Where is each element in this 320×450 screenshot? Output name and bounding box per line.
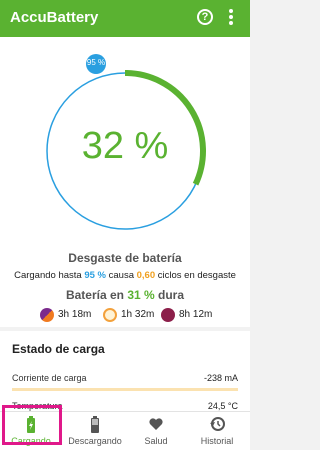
duration-level: 31 % <box>127 288 155 302</box>
sun-icon <box>103 308 117 322</box>
nav-label-history: Historial <box>200 436 234 446</box>
sleep-value: 8h 12m <box>179 309 213 320</box>
charge-percent: 32 % <box>81 125 169 167</box>
nav-tab-history[interactable]: Historial <box>184 412 250 450</box>
active-tab-highlight <box>2 405 62 445</box>
charge-current-value: -238 mA <box>203 373 238 383</box>
battery-icon <box>91 416 99 433</box>
history-icon <box>210 417 225 431</box>
wear-middle: causa <box>105 270 137 281</box>
charge-current-label: Corriente de carga <box>12 373 87 383</box>
screen-on-value: 3h 18m <box>58 309 92 320</box>
nav-tab-health[interactable]: Salud <box>128 412 184 450</box>
charge-state-title: Estado de carga <box>12 342 105 356</box>
nav-label-health: Salud <box>144 436 168 446</box>
wear-cycles: 0,60 <box>136 270 156 281</box>
sleep-icon <box>161 308 175 322</box>
nav-label-discharging: Descargando <box>68 436 122 446</box>
app-title: AccuBattery <box>10 9 99 26</box>
charge-state-card: Estado de carga Corriente de carga -238 … <box>0 331 250 411</box>
wear-target: 95 % <box>84 270 106 281</box>
charge-current-bar <box>12 388 238 391</box>
nav-tab-discharging[interactable]: Descargando <box>62 412 128 450</box>
charge-current-row: Corriente de carga -238 mA <box>12 373 238 383</box>
duration-prefix: Batería en <box>65 288 128 302</box>
heart-icon <box>149 418 163 430</box>
wear-prefix: Cargando hasta <box>14 270 85 281</box>
help-icon[interactable]: ? <box>197 9 213 25</box>
sun-value: 1h 32m <box>121 309 155 320</box>
app-bar: AccuBattery ? <box>0 0 250 37</box>
screen-on-icon <box>40 308 54 322</box>
wear-suffix: ciclos en desgaste <box>155 270 236 281</box>
duration-estimates: 3h 18m 1h 32m 8h 12m <box>0 307 250 323</box>
wear-title: Desgaste de batería <box>68 251 182 265</box>
target-badge[interactable]: 95 % <box>84 53 108 77</box>
duration-title: Batería en 31 % dura <box>0 288 250 302</box>
more-options-icon[interactable] <box>228 9 234 27</box>
wear-summary: Cargando hasta 95 % causa 0,60 ciclos en… <box>0 270 250 281</box>
duration-suffix: dura <box>154 288 185 302</box>
temperature-value: 24,5 °C <box>207 401 238 411</box>
charging-card: 95 % 32 % Desgaste de batería Cargando h… <box>0 37 250 327</box>
target-badge-label: 95 % <box>86 58 106 67</box>
